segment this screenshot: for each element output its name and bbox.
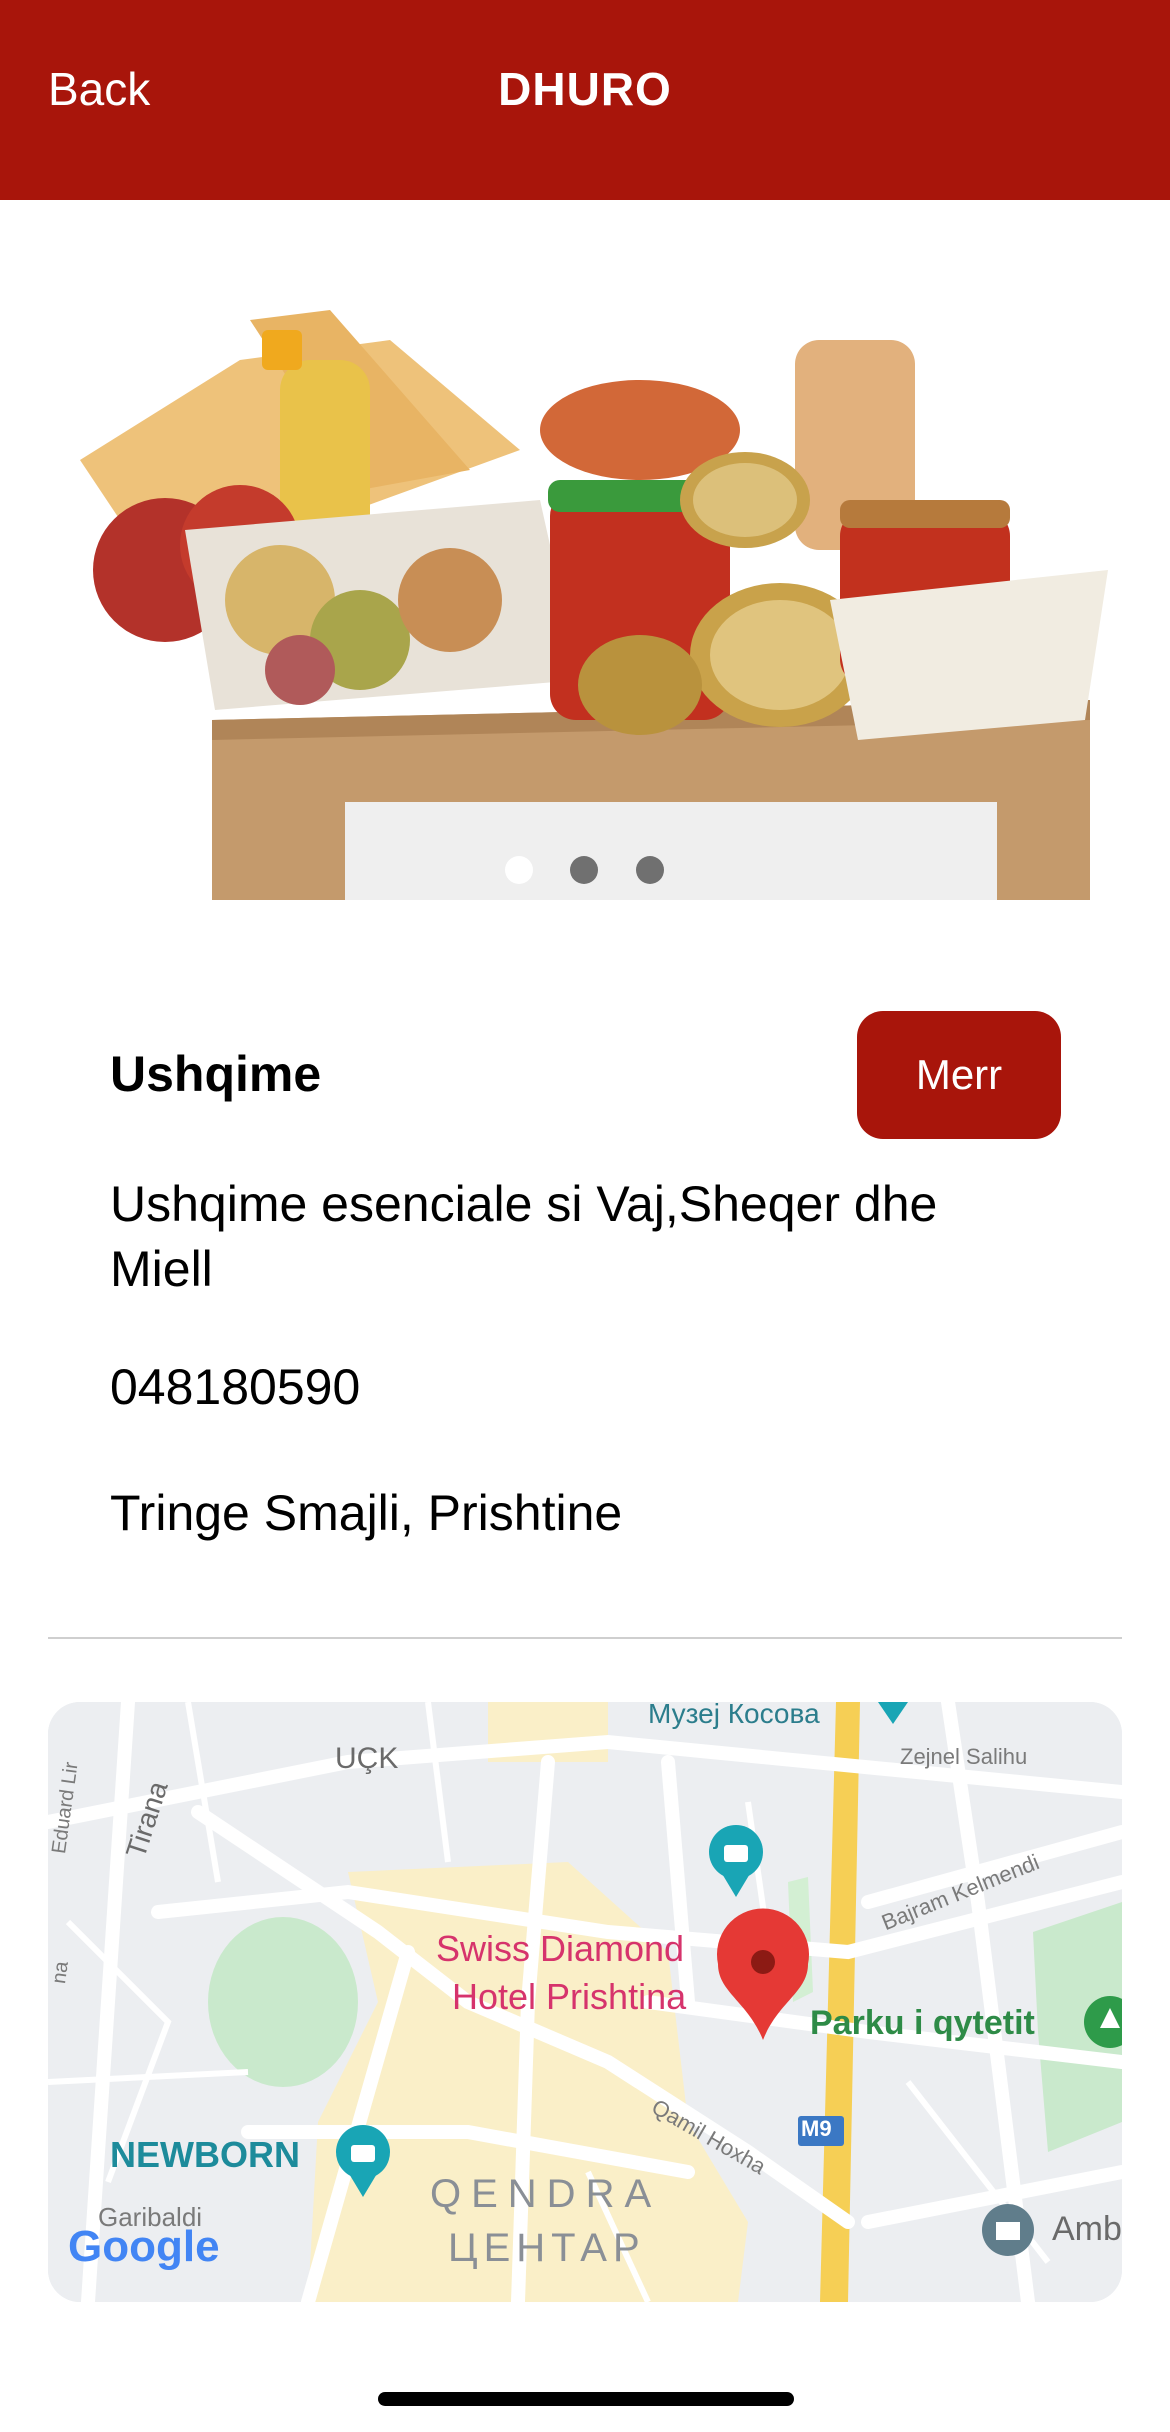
item-phone: 048180590 xyxy=(110,1359,361,1415)
page-title: DHURO xyxy=(498,63,672,115)
item-address: Tringe Smajli, Prishtine xyxy=(110,1485,623,1541)
map-label-parku-i-qytetit: Parku i qytetit xyxy=(810,2004,1035,2042)
google-logo: Google xyxy=(68,2222,220,2271)
image-carousel[interactable] xyxy=(0,300,1170,910)
divider xyxy=(48,1637,1122,1639)
carousel-dot-3[interactable] xyxy=(636,856,664,884)
nav-bar: Back DHURO xyxy=(0,0,1170,200)
carousel-dot-2[interactable] xyxy=(570,856,598,884)
location-map[interactable]: Музеј Косова UÇK Zejnel Salihu Tirana Ed… xyxy=(48,1702,1122,2302)
item-description: Ushqime esenciale si Vaj,Sheqer dhe Miel… xyxy=(110,1176,938,1297)
map-label-newborn: NEWBORN xyxy=(110,2134,300,2175)
map-label-uck: UÇK xyxy=(335,1742,399,1775)
map-label-hotel-line1: Swiss Diamond xyxy=(436,1928,685,1969)
home-indicator xyxy=(378,2392,794,2406)
food-box-image xyxy=(80,310,1108,900)
item-name: Ushqime xyxy=(110,1046,322,1102)
map-label-hotel-line2: Hotel Prishtina xyxy=(452,1976,687,2017)
map-label-m9: M9 xyxy=(801,2116,832,2141)
carousel-dot-1[interactable] xyxy=(505,856,533,884)
merr-button[interactable]: Merr xyxy=(857,1011,1061,1139)
map-label-zejnel-salihu: Zejnel Salihu xyxy=(900,1744,1028,1769)
map-label-museum: Музеј Косова xyxy=(648,1702,820,1729)
map-label-na: na xyxy=(48,1959,73,1986)
map-label-centar: ЦЕНТАР xyxy=(448,2226,646,2270)
map-label-amb: Amb xyxy=(1052,2210,1122,2248)
map-label-qendra: QENDRA xyxy=(430,2172,662,2216)
